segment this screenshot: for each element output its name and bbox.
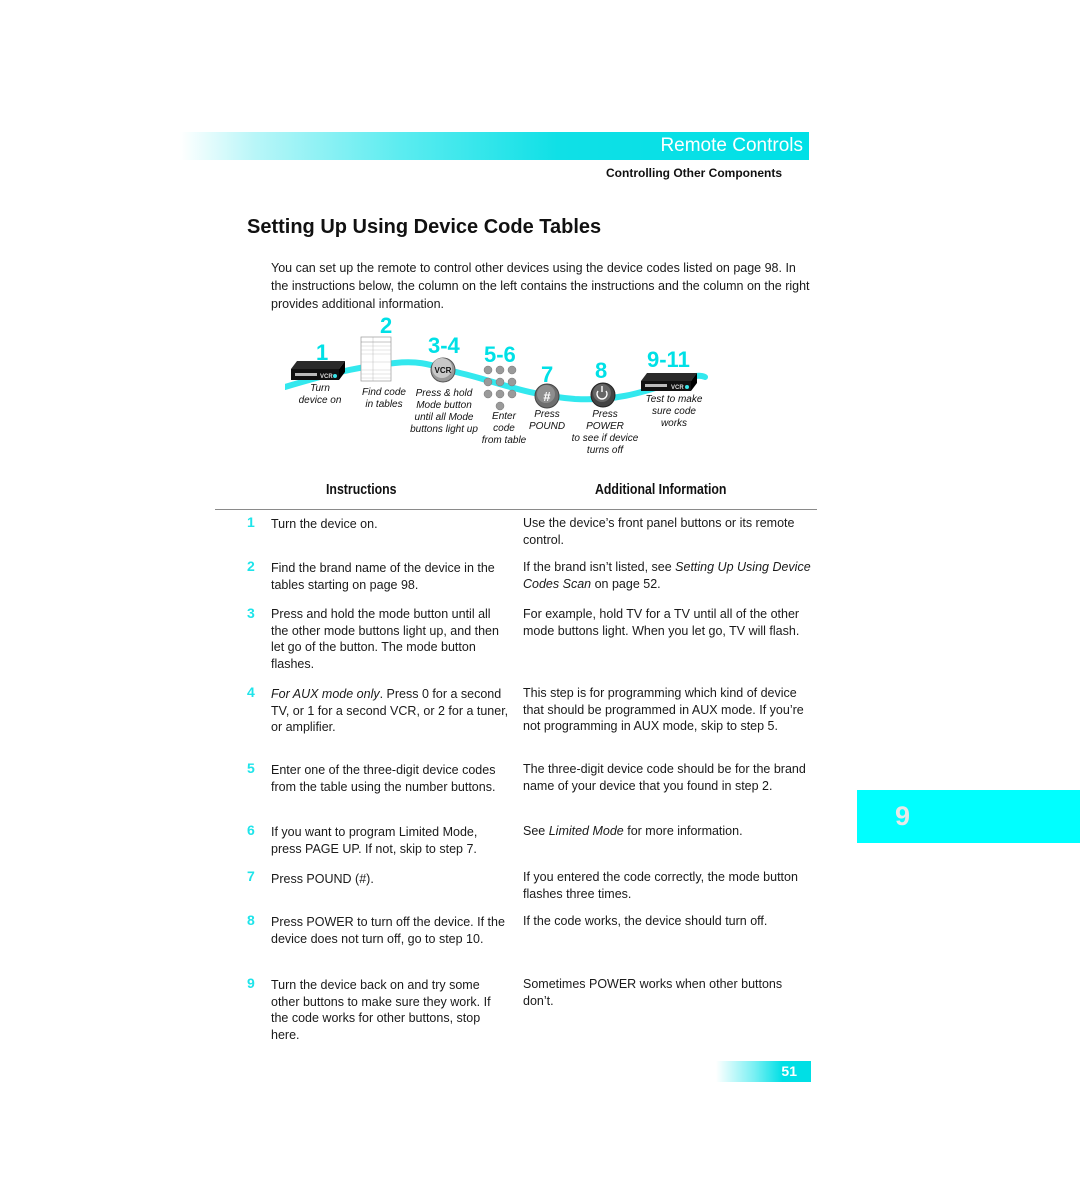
setup-steps-diagram: VCR VCR # VCR 1 Turn device on 2 Find co… — [285, 315, 715, 465]
pound-button-icon: # — [534, 383, 560, 409]
step-number: 8 — [247, 912, 255, 928]
step-caption-2: Find code in tables — [362, 387, 406, 410]
step-caption-3-4: Press & hold Mode button until all Mode … — [410, 388, 478, 435]
instruction-text: Press POUND (#). — [271, 872, 374, 886]
page-number-bar: 51 — [716, 1061, 811, 1082]
power-button-icon — [590, 382, 616, 408]
step-number: 1 — [247, 514, 255, 530]
step-number: 6 — [247, 822, 255, 838]
step-caption-1: Turn device on — [298, 383, 342, 406]
step-number-3-4: 3-4 — [428, 333, 460, 358]
cross-reference: Limited Mode — [548, 824, 624, 838]
instruction-text: Enter one of the three-digit device code… — [271, 763, 496, 794]
step-number: 3 — [247, 605, 255, 621]
info-text: The three-digit device code should be fo… — [523, 762, 806, 793]
column-header-instructions: Instructions — [326, 482, 397, 498]
step-number-8: 8 — [595, 358, 608, 383]
instruction-text: Press and hold the mode button until all… — [271, 607, 499, 671]
info-text: If the brand isn’t listed, see Setting U… — [523, 560, 811, 591]
step-number-7: 7 — [541, 362, 554, 387]
step-number: 4 — [247, 684, 255, 700]
page-number: 51 — [781, 1063, 797, 1079]
svg-text:VCR: VCR — [320, 374, 333, 380]
instruction-text: If you want to program Limited Mode, pre… — [271, 825, 478, 856]
info-text: See Limited Mode for more information. — [523, 824, 743, 838]
info-text: If the code works, the device should tur… — [523, 914, 768, 928]
step-caption-9-11: Test to make sure code works — [645, 394, 703, 429]
svg-text:#: # — [543, 389, 551, 404]
step-caption-5-6: Enter code from table — [481, 411, 527, 446]
step-number-2: 2 — [380, 313, 393, 338]
step-number: 7 — [247, 868, 255, 884]
step-number-1: 1 — [316, 340, 329, 365]
info-text: If you entered the code correctly, the m… — [523, 870, 798, 901]
step-number: 5 — [247, 760, 255, 776]
page-title: Setting Up Using Device Code Tables — [247, 216, 602, 238]
svg-text:VCR: VCR — [435, 366, 452, 375]
instruction-text: Press POWER to turn off the device. If t… — [271, 915, 505, 946]
chapter-tab: 9 — [857, 790, 1080, 843]
instruction-text: Find the brand name of the device in the… — [271, 561, 495, 592]
instruction-text: For AUX mode only. Press 0 for a second … — [271, 687, 509, 734]
code-table-icon — [360, 336, 392, 382]
info-text: Use the device’s front panel buttons or … — [523, 516, 795, 547]
info-text: Sometimes POWER works when other buttons… — [523, 977, 783, 1008]
intro-paragraph: You can set up the remote to control oth… — [271, 261, 810, 311]
step-number-9-11: 9-11 — [647, 347, 690, 372]
info-text: For example, hold TV for a TV until all … — [523, 607, 800, 638]
subsection-title: Controlling Other Components — [606, 166, 782, 180]
step-caption-8: Press POWER to see if device turns off — [571, 409, 639, 456]
chapter-number: 9 — [895, 801, 911, 831]
column-header-additional-info: Additional Information — [595, 482, 727, 498]
section-title: Remote Controls — [660, 135, 803, 156]
svg-text:VCR: VCR — [671, 385, 684, 391]
step-caption-7: Press POUND — [528, 409, 566, 432]
vcr-device-icon-test: VCR — [641, 373, 697, 391]
header-divider — [215, 509, 817, 510]
step-number: 9 — [247, 975, 255, 991]
step-number-5-6: 5-6 — [484, 342, 516, 367]
vcr-mode-button-icon: VCR — [430, 357, 456, 383]
section-header-bar: Remote Controls — [180, 132, 809, 160]
step-number: 2 — [247, 558, 255, 574]
info-text: This step is for programming which kind … — [523, 686, 804, 733]
instruction-text: Turn the device on. — [271, 517, 378, 531]
instruction-text: Turn the device back on and try some oth… — [271, 978, 491, 1042]
